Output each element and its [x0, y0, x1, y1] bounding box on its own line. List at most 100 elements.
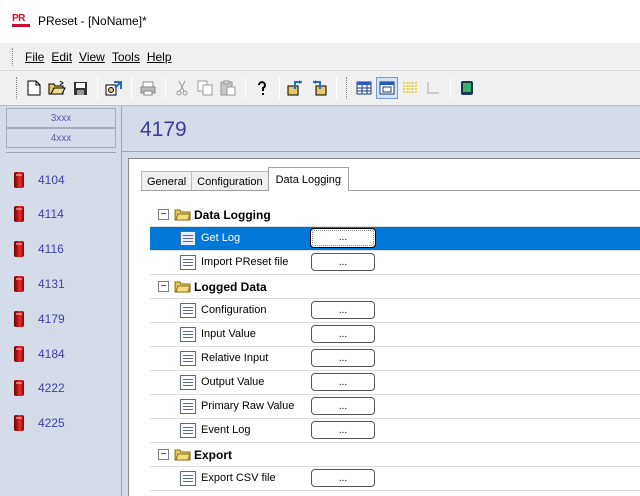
- help-icon: [258, 81, 266, 95]
- toolbar-separator: [336, 77, 337, 99]
- app-logo-text: PR: [12, 13, 25, 24]
- grid-row-primary-raw-value[interactable]: Primary Raw Value ...: [150, 395, 640, 419]
- group-label: Logged Data: [194, 280, 267, 294]
- new-button[interactable]: [23, 77, 45, 99]
- grid-row-event-log[interactable]: Event Log ...: [150, 419, 640, 443]
- import-preset-file-button[interactable]: ...: [311, 253, 375, 271]
- upload-button[interactable]: [285, 77, 307, 99]
- axes-button[interactable]: [422, 77, 444, 99]
- help-button[interactable]: [251, 77, 273, 99]
- menu-bar: File Edit View Tools Help: [0, 42, 640, 70]
- table-view-button[interactable]: [353, 77, 375, 99]
- sidebar-item-4222[interactable]: 4222: [14, 380, 65, 396]
- tab-configuration[interactable]: Configuration: [191, 171, 269, 191]
- module-sidebar: 3xxx 4xxx 4104 4114 4116 4131 4179 4184 …: [0, 106, 122, 496]
- range-tab-3xxx[interactable]: 3xxx: [6, 108, 116, 128]
- print-icon: [140, 81, 156, 95]
- configuration-button[interactable]: ...: [311, 301, 375, 319]
- output-value-button[interactable]: ...: [311, 373, 375, 391]
- module-header: 4179: [122, 106, 640, 152]
- menu-edit-label: Edit: [51, 49, 73, 64]
- toolbar-grip[interactable]: [16, 77, 19, 99]
- collapse-icon[interactable]: −: [158, 449, 169, 460]
- upload-icon: [287, 80, 302, 96]
- toolbar: [0, 70, 640, 106]
- toolbar-separator: [450, 77, 451, 99]
- export-csv-file-button[interactable]: ...: [311, 469, 375, 487]
- grid-row-configuration[interactable]: Configuration ...: [150, 299, 640, 323]
- paste-button[interactable]: [217, 77, 239, 99]
- menu-edit[interactable]: Edit: [48, 50, 76, 64]
- sidebar-item-label: 4184: [38, 347, 65, 361]
- menu-grip[interactable]: [12, 47, 16, 66]
- property-icon: [180, 351, 196, 366]
- axes-icon: [427, 82, 439, 94]
- sidebar-item-4184[interactable]: 4184: [14, 346, 65, 362]
- paste-icon: [220, 80, 236, 96]
- copy-icon: [197, 80, 213, 96]
- get-log-button[interactable]: ...: [310, 228, 376, 248]
- property-icon: [180, 327, 196, 342]
- grid-row-import-preset-file[interactable]: Import PReset file ...: [150, 251, 640, 275]
- import-icon: [105, 81, 122, 96]
- grid-row-input-value[interactable]: Input Value ...: [150, 323, 640, 347]
- item-label: Get Log: [201, 232, 241, 244]
- event-log-button[interactable]: ...: [311, 421, 375, 439]
- module-icon: [14, 346, 24, 362]
- collapse-icon[interactable]: −: [158, 209, 169, 220]
- grid-row-export-csv-file[interactable]: Export CSV file ...: [150, 467, 640, 491]
- collapse-icon[interactable]: −: [158, 281, 169, 292]
- menu-tools[interactable]: Tools: [109, 50, 144, 64]
- form-view-button[interactable]: [376, 77, 398, 99]
- menu-file[interactable]: File: [22, 50, 48, 64]
- print-button[interactable]: [137, 77, 159, 99]
- monitor-button[interactable]: [456, 77, 478, 99]
- item-label: Output Value: [201, 376, 265, 388]
- primary-raw-value-button[interactable]: ...: [311, 397, 375, 415]
- property-icon: [180, 423, 196, 438]
- module-icon: [14, 172, 24, 188]
- menu-view[interactable]: View: [76, 50, 109, 64]
- tab-data-logging[interactable]: Data Logging: [267, 167, 350, 191]
- sidebar-item-4114[interactable]: 4114: [14, 206, 64, 222]
- save-button[interactable]: [69, 77, 91, 99]
- sidebar-item-4179[interactable]: 4179: [14, 311, 65, 327]
- import-button[interactable]: [103, 77, 125, 99]
- open-button[interactable]: [46, 77, 68, 99]
- range-tab-4xxx[interactable]: 4xxx: [6, 128, 116, 148]
- folder-icon: [174, 448, 191, 464]
- item-label: Configuration: [201, 304, 267, 316]
- chart-button[interactable]: [399, 77, 421, 99]
- property-icon: [180, 375, 196, 390]
- content-panel: General Configuration Data Logging − Dat…: [128, 158, 640, 496]
- sidebar-item-4131[interactable]: 4131: [14, 276, 65, 292]
- cut-button[interactable]: [171, 77, 193, 99]
- form-view-icon: [379, 81, 395, 95]
- grid-row-get-log[interactable]: Get Log ...: [150, 227, 640, 251]
- tab-baseline: [141, 190, 640, 191]
- sidebar-item-4116[interactable]: 4116: [14, 241, 64, 257]
- copy-button[interactable]: [194, 77, 216, 99]
- group-row-export[interactable]: − Export: [150, 443, 640, 467]
- grid-row-relative-input[interactable]: Relative Input ...: [150, 347, 640, 371]
- app-logo-icon: PR: [12, 13, 32, 28]
- grid-row-output-value[interactable]: Output Value ...: [150, 371, 640, 395]
- menu-help[interactable]: Help: [144, 50, 176, 64]
- relative-input-button[interactable]: ...: [311, 349, 375, 367]
- sidebar-item-label: 4222: [38, 381, 65, 395]
- save-icon: [73, 81, 87, 95]
- toolbar-grip[interactable]: [346, 77, 349, 99]
- input-value-button[interactable]: ...: [311, 325, 375, 343]
- download-button[interactable]: [308, 77, 330, 99]
- property-icon: [180, 399, 196, 414]
- group-label: Export: [194, 448, 233, 462]
- tab-general[interactable]: General: [141, 171, 193, 191]
- group-row-data-logging[interactable]: − Data Logging: [150, 203, 640, 227]
- sidebar-divider: [6, 152, 116, 153]
- chart-icon: [403, 82, 417, 94]
- sidebar-item-4225[interactable]: 4225: [14, 415, 65, 431]
- property-icon: [180, 231, 196, 246]
- group-row-logged-data[interactable]: − Logged Data: [150, 275, 640, 299]
- module-icon: [14, 415, 24, 431]
- sidebar-item-4104[interactable]: 4104: [14, 172, 65, 188]
